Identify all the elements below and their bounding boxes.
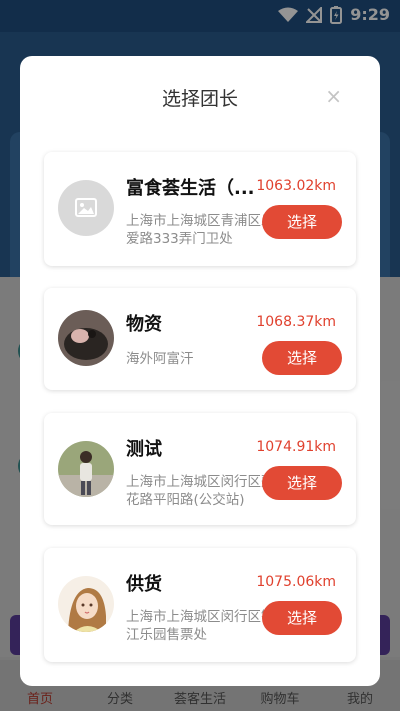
- leader-card[interactable]: 供货 1075.06km 上海市上海城区闵行区锦江乐园售票处 选择: [44, 548, 356, 662]
- leader-distance: 1068.37km: [256, 314, 336, 330]
- leader-name: 富食荟生活（...: [126, 178, 255, 199]
- select-button[interactable]: 选择: [262, 205, 342, 239]
- leader-address: 上海市上海城区青浦区乐爱路333弄门卫处: [126, 213, 275, 247]
- select-leader-modal: 选择团长 × 富食荟生活（... 1063.02km 上海市上海城区青浦区乐爱路…: [20, 56, 380, 686]
- select-button[interactable]: 选择: [262, 341, 342, 375]
- leader-address: 海外阿富汗: [126, 351, 194, 367]
- girl-illustration-icon: [58, 576, 114, 632]
- leader-distance: 1063.02km: [256, 178, 336, 194]
- leader-distance: 1074.91km: [256, 439, 336, 455]
- leader-address: 上海市上海城区闵行区莲花路平阳路(公交站): [126, 474, 275, 508]
- pet-photo-icon: [58, 310, 114, 366]
- person-photo-icon: [58, 441, 114, 497]
- close-icon[interactable]: ×: [325, 86, 342, 106]
- leader-card[interactable]: 物资 1068.37km 海外阿富汗 选择: [44, 288, 356, 390]
- leader-name: 测试: [126, 439, 162, 460]
- leader-card[interactable]: 测试 1074.91km 上海市上海城区闵行区莲花路平阳路(公交站) 选择: [44, 413, 356, 525]
- leader-name: 物资: [126, 314, 162, 335]
- placeholder-image-icon: [58, 180, 114, 236]
- leader-distance: 1075.06km: [256, 574, 336, 590]
- leader-address: 上海市上海城区闵行区锦江乐园售票处: [126, 609, 275, 643]
- select-button[interactable]: 选择: [262, 601, 342, 635]
- leader-name: 供货: [126, 574, 162, 595]
- select-button[interactable]: 选择: [262, 466, 342, 500]
- leader-card[interactable]: 富食荟生活（... 1063.02km 上海市上海城区青浦区乐爱路333弄门卫处…: [44, 152, 356, 266]
